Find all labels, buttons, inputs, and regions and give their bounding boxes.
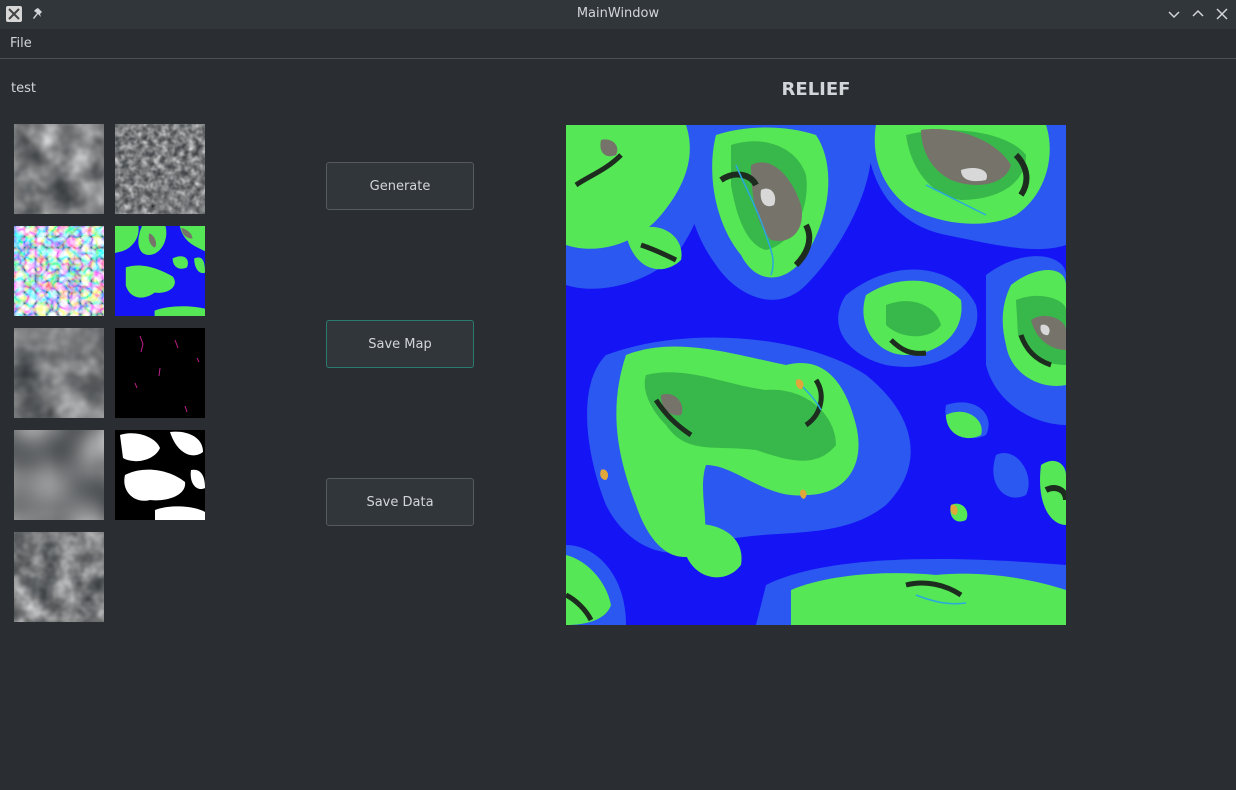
generate-button[interactable]: Generate [326, 162, 474, 210]
test-label: test [11, 81, 36, 96]
relief-map [566, 125, 1066, 625]
relief-map-thumbnail [115, 226, 205, 316]
noise-thumbnail-3 [14, 328, 104, 418]
save-data-button[interactable]: Save Data [326, 478, 474, 526]
title-bar: MainWindow [0, 0, 1236, 29]
river-mask-thumbnail [115, 328, 205, 418]
menu-file[interactable]: File [10, 36, 32, 51]
close-icon[interactable] [1214, 6, 1230, 22]
window-title: MainWindow [576, 6, 660, 21]
noise-thumbnail-2 [115, 124, 205, 214]
maximize-icon[interactable] [1190, 6, 1206, 22]
noise-thumbnail-1 [14, 124, 104, 214]
noise-thumbnail-4 [14, 532, 104, 622]
blur-thumbnail [14, 430, 104, 520]
menu-bar: File [0, 29, 1236, 59]
relief-title: RELIEF [781, 79, 851, 100]
save-map-button[interactable]: Save Map [326, 320, 474, 368]
land-mask-thumbnail [115, 430, 205, 520]
normal-map-thumbnail [14, 226, 104, 316]
minimize-icon[interactable] [1166, 6, 1182, 22]
